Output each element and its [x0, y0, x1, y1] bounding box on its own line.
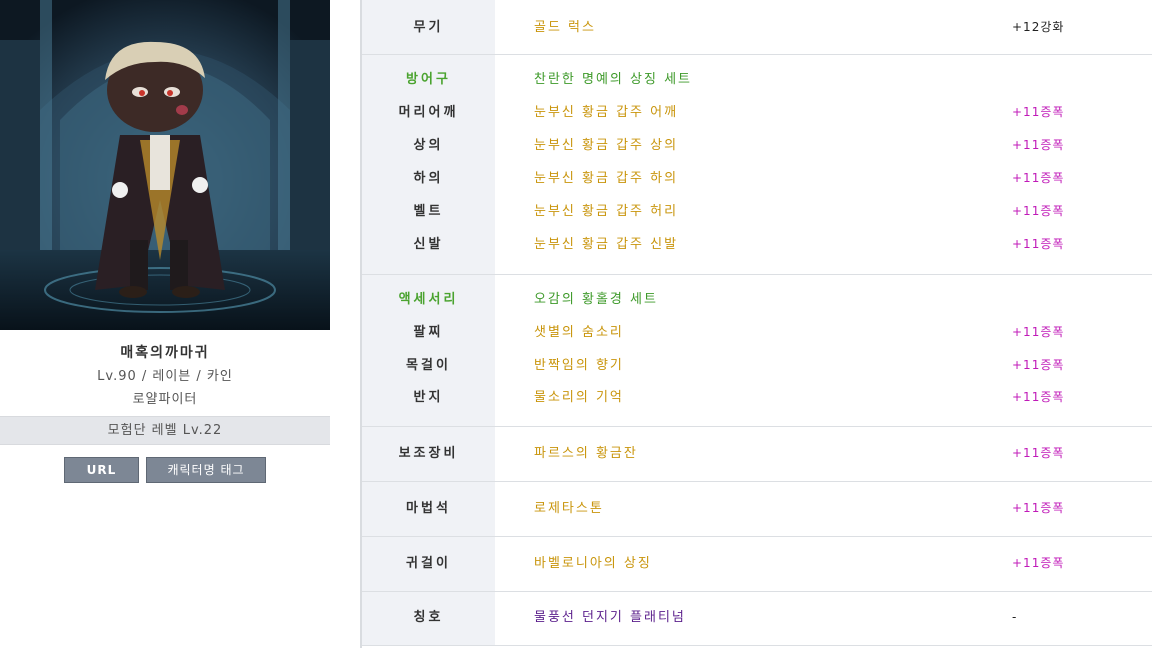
title-section: 칭호 물풍선 던지기 플래티넘 -: [362, 592, 1152, 646]
earring-section: 귀걸이 바벨로니아의 상징 +11증폭: [362, 537, 1152, 592]
category-label: 팔찌: [413, 325, 444, 340]
upgrade-value: +11증폭: [1012, 390, 1065, 404]
item-name[interactable]: 로제타스톤: [534, 492, 604, 525]
category-label: 하의: [413, 171, 444, 186]
armor-set-row: 방어구 찬란한 명예의 상징 세트: [362, 63, 1152, 96]
item-name[interactable]: 파르스의 황금잔: [534, 437, 638, 470]
sub-equipment-section: 보조장비 파르스의 황금잔 +11증폭: [362, 427, 1152, 482]
equipment-table: 무기 골드 럭스 +12강화 방어구 찬란한 명예의 상징 세트 머리어깨 눈부…: [360, 0, 1152, 648]
character-level-class-server: Lv.90 / 레이븐 / 카인: [97, 369, 233, 384]
item-name[interactable]: 눈부신 황금 갑주 허리: [534, 195, 678, 228]
upgrade-value: +11증폭: [1012, 171, 1065, 185]
weapon-section: 무기 골드 럭스 +12강화: [362, 0, 1152, 55]
equipment-row-top[interactable]: 상의 눈부신 황금 갑주 상의 +11증폭: [362, 129, 1152, 162]
upgrade-value: +11증폭: [1012, 204, 1065, 218]
category-label: 보조장비: [398, 446, 459, 461]
character-name: 매혹의까마귀: [120, 345, 210, 361]
category-label: 반지: [413, 390, 444, 405]
upgrade-value: +11증폭: [1012, 358, 1065, 372]
accessory-set-row: 액세서리 오감의 황홀경 세트: [362, 283, 1152, 316]
set-name[interactable]: 오감의 황홀경 세트: [534, 283, 658, 316]
magic-stone-section: 마법석 로제타스톤 +11증폭: [362, 482, 1152, 537]
set-name[interactable]: 찬란한 명예의 상징 세트: [534, 63, 692, 96]
upgrade-value: +11증폭: [1012, 325, 1065, 339]
category-label: 머리어깨: [398, 105, 459, 120]
equipment-row-ring[interactable]: 반지 물소리의 기억 +11증폭: [362, 381, 1152, 414]
upgrade-value: +11증폭: [1012, 501, 1065, 515]
character-tag-button[interactable]: 캐릭터명 태그: [146, 457, 266, 483]
category-label: 벨트: [413, 204, 444, 219]
category-label: 무기: [413, 20, 444, 35]
adventure-level-text: 모험단 레벨 Lv.22: [107, 423, 223, 438]
category-label: 상의: [413, 138, 444, 153]
category-label: 칭호: [413, 610, 444, 625]
category-label: 신발: [413, 237, 444, 252]
adventure-level-bar: 모험단 레벨 Lv.22: [0, 416, 330, 445]
equipment-row-belt[interactable]: 벨트 눈부신 황금 갑주 허리 +11증폭: [362, 195, 1152, 228]
upgrade-value: -: [1012, 610, 1018, 624]
upgrade-value: +11증폭: [1012, 237, 1065, 251]
category-label: 마법석: [406, 501, 451, 516]
item-name[interactable]: 눈부신 황금 갑주 신발: [534, 228, 678, 261]
equipment-row-bracelet[interactable]: 팔찌 샛별의 숨소리 +11증폭: [362, 316, 1152, 349]
item-name[interactable]: 물소리의 기억: [534, 381, 624, 414]
item-name[interactable]: 바벨로니아의 상징: [534, 547, 652, 580]
item-name[interactable]: 골드 럭스: [534, 11, 596, 44]
item-name[interactable]: 눈부신 황금 갑주 하의: [534, 162, 678, 195]
category-label: 액세서리: [398, 292, 459, 307]
upgrade-value: +11증폭: [1012, 105, 1065, 119]
equipment-row-shoes[interactable]: 신발 눈부신 황금 갑주 신발 +11증폭: [362, 228, 1152, 261]
item-name[interactable]: 물풍선 던지기 플래티넘: [534, 601, 686, 634]
equipment-row-bottom[interactable]: 하의 눈부신 황금 갑주 하의 +11증폭: [362, 162, 1152, 195]
equipment-row-sub[interactable]: 보조장비 파르스의 황금잔 +11증폭: [362, 437, 1152, 470]
equipment-row-magic-stone[interactable]: 마법석 로제타스톤 +11증폭: [362, 492, 1152, 525]
item-name[interactable]: 샛별의 숨소리: [534, 316, 624, 349]
upgrade-value: +11증폭: [1012, 556, 1065, 570]
character-job: 로얄파이터: [132, 392, 198, 407]
equipment-row-earring[interactable]: 귀걸이 바벨로니아의 상징 +11증폭: [362, 547, 1152, 580]
category-label: 귀걸이: [406, 556, 451, 571]
equipment-row-necklace[interactable]: 목걸이 반짝임의 향기 +11증폭: [362, 349, 1152, 382]
item-name[interactable]: 반짝임의 향기: [534, 349, 624, 382]
equipment-row-weapon[interactable]: 무기 골드 럭스 +12강화: [362, 11, 1152, 44]
item-name[interactable]: 눈부신 황금 갑주 어깨: [534, 96, 678, 129]
category-label: 방어구: [406, 72, 451, 87]
upgrade-value: +11증폭: [1012, 138, 1065, 152]
character-portrait: [0, 0, 330, 330]
armor-section: 방어구 찬란한 명예의 상징 세트 머리어깨 눈부신 황금 갑주 어깨 +11증…: [362, 55, 1152, 275]
upgrade-value: +11증폭: [1012, 446, 1065, 460]
equipment-row-shoulder[interactable]: 머리어깨 눈부신 황금 갑주 어깨 +11증폭: [362, 96, 1152, 129]
url-button[interactable]: URL: [64, 457, 139, 483]
item-name[interactable]: 눈부신 황금 갑주 상의: [534, 129, 678, 162]
category-label: 목걸이: [406, 358, 451, 373]
equipment-row-title[interactable]: 칭호 물풍선 던지기 플래티넘 -: [362, 601, 1152, 634]
accessory-section: 액세서리 오감의 황홀경 세트 팔찌 샛별의 숨소리 +11증폭 목걸이 반짝임…: [362, 275, 1152, 427]
upgrade-value: +12강화: [1012, 20, 1065, 34]
